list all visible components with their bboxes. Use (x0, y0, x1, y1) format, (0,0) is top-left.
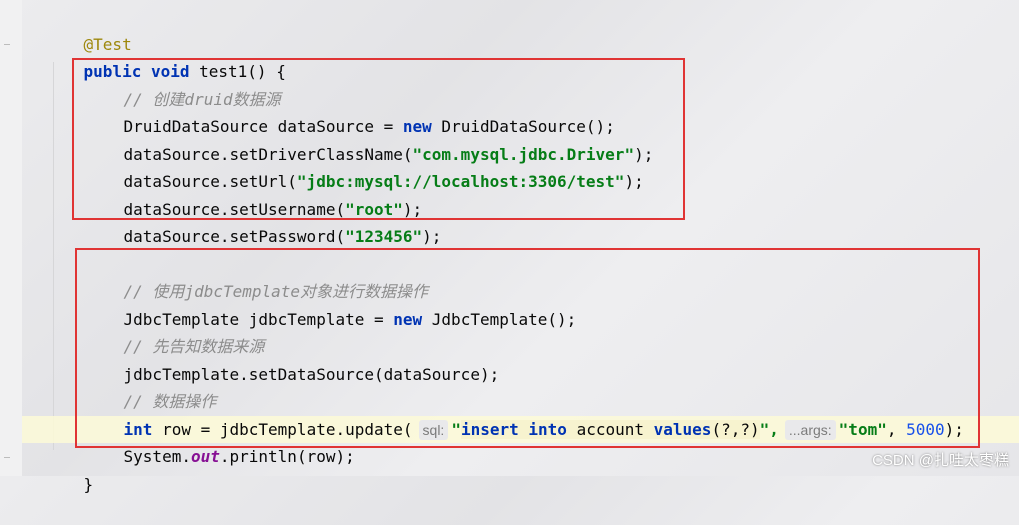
code-text: .println(row); (219, 447, 355, 466)
watermark: CSDN @扎哇太枣糕 (872, 452, 1009, 469)
static-field: out (190, 447, 220, 466)
code-line-close-brace[interactable]: } (45, 444, 94, 494)
code-text: ); (422, 227, 442, 246)
string-literal: "123456" (345, 227, 423, 246)
editor-gutter (0, 0, 22, 476)
indent-guide (53, 62, 54, 450)
code-text: dataSource.setPassword( (123, 227, 346, 246)
code-text: } (83, 475, 94, 494)
code-line-method-signature[interactable]: public void test1() { (45, 31, 286, 81)
highlight-box-datasource (72, 58, 685, 220)
fold-marker[interactable] (4, 44, 10, 45)
code-line-annotation[interactable]: @Test (45, 4, 132, 54)
code-text: System. (123, 447, 191, 466)
highlight-box-jdbctemplate (75, 248, 980, 448)
fold-marker[interactable] (4, 457, 10, 458)
